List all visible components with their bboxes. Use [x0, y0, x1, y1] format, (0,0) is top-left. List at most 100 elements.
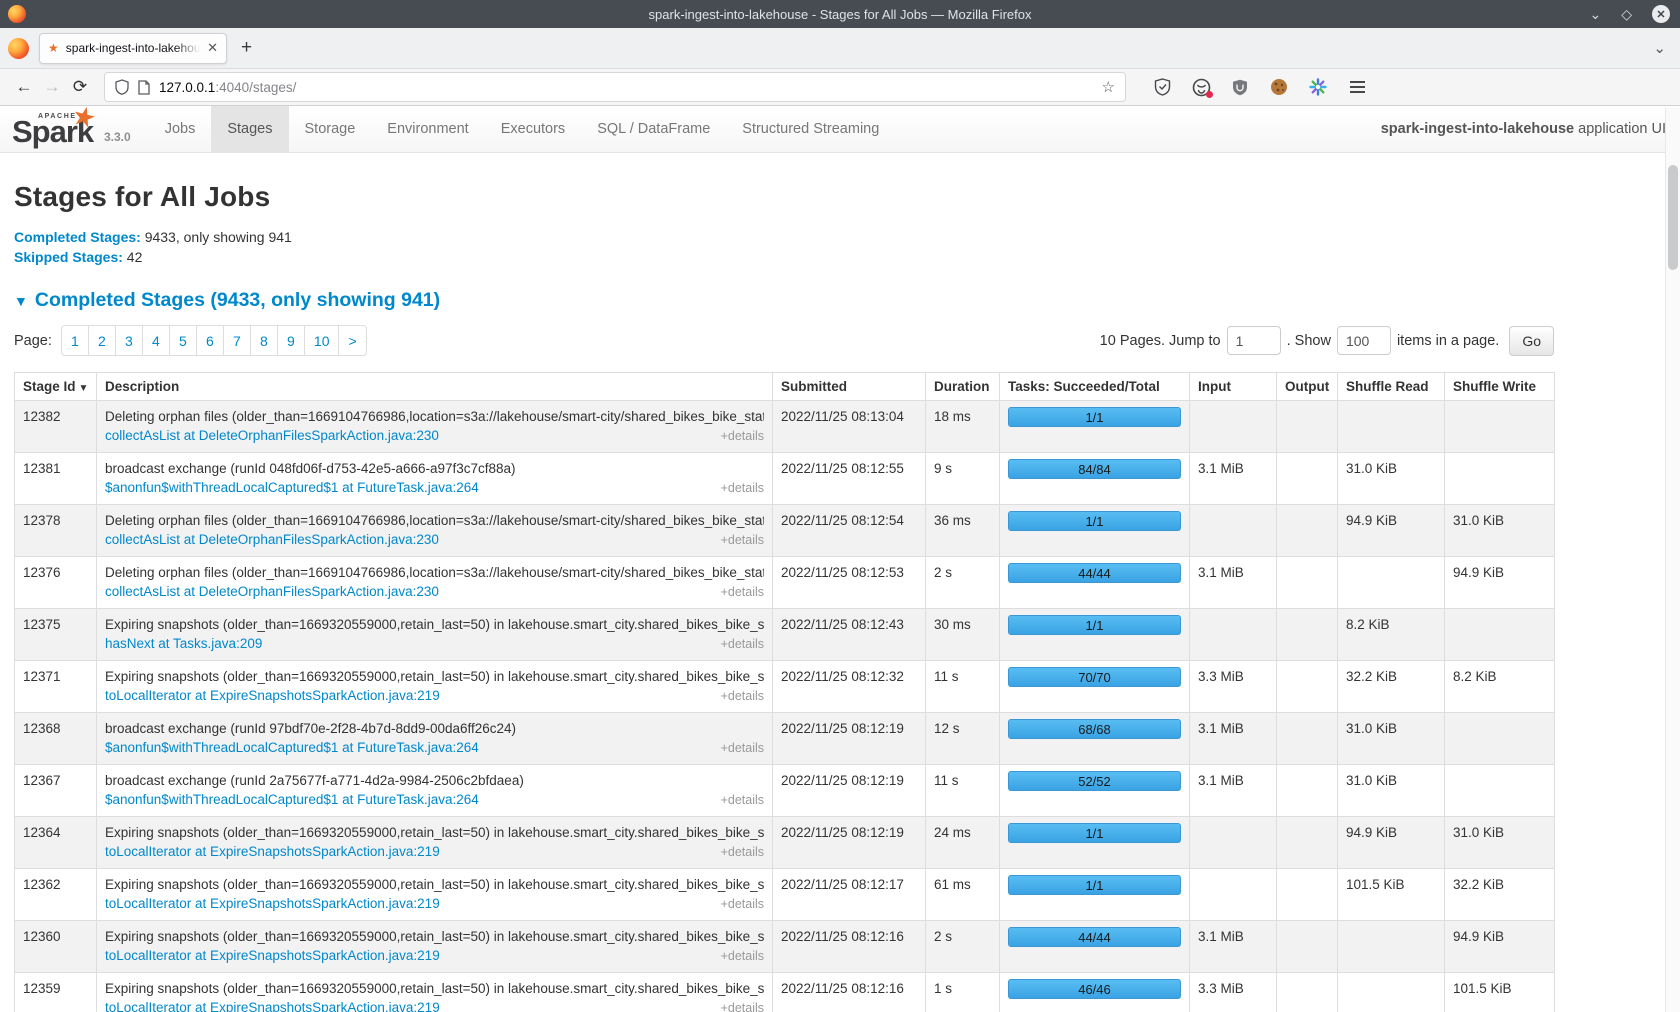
stage-detail-link[interactable]: hasNext at Tasks.java:209: [105, 634, 262, 653]
application-ui-label: spark-ingest-into-lakehouse application …: [1381, 121, 1680, 137]
stage-detail-link[interactable]: collectAsList at DeleteOrphanFilesSparkA…: [105, 530, 439, 549]
details-toggle[interactable]: +details: [721, 791, 764, 810]
details-toggle[interactable]: +details: [721, 895, 764, 914]
details-toggle[interactable]: +details: [721, 531, 764, 550]
reload-button[interactable]: ⟳: [66, 77, 94, 97]
nav-item-stages[interactable]: Stages: [211, 106, 288, 152]
skipped-stages-link[interactable]: Skipped Stages:: [14, 249, 123, 265]
page-content: Stages for All Jobs Completed Stages: 94…: [0, 181, 1568, 1012]
bookmark-star-icon[interactable]: ☆: [1102, 78, 1115, 96]
menu-hamburger-icon[interactable]: [1347, 77, 1367, 97]
header-description[interactable]: Description: [97, 373, 773, 401]
details-toggle[interactable]: +details: [721, 427, 764, 446]
header-shuffle-read[interactable]: Shuffle Read: [1338, 373, 1445, 401]
header-duration[interactable]: Duration: [926, 373, 1000, 401]
forward-button[interactable]: →: [38, 77, 66, 97]
stage-detail-link[interactable]: $anonfun$withThreadLocalCaptured$1 at Fu…: [105, 790, 479, 809]
nav-item-executors[interactable]: Executors: [485, 106, 581, 152]
header-stage-id[interactable]: Stage Id▼: [15, 373, 97, 401]
page-button-9[interactable]: 9: [277, 325, 305, 356]
nav-item-sql-dataframe[interactable]: SQL / DataFrame: [581, 106, 726, 152]
page-button-7[interactable]: 7: [223, 325, 251, 356]
page-button-8[interactable]: 8: [250, 325, 278, 356]
page-button-2[interactable]: 2: [88, 325, 116, 356]
cookie-icon[interactable]: [1269, 77, 1289, 97]
task-progress-bar: 44/44: [1008, 563, 1181, 583]
table-row: 12367 broadcast exchange (runId 2a75677f…: [15, 765, 1555, 817]
stage-detail-link[interactable]: $anonfun$withThreadLocalCaptured$1 at Fu…: [105, 478, 479, 497]
window-close-button[interactable]: ✕: [1652, 5, 1670, 23]
page-button-5[interactable]: 5: [169, 325, 197, 356]
description-cell: Expiring snapshots (older_than=166932055…: [97, 921, 773, 973]
duration-cell: 1 s: [926, 973, 1000, 1012]
ublock-shield-icon[interactable]: [1230, 77, 1250, 97]
page-info-icon[interactable]: [138, 80, 150, 95]
list-all-tabs-icon[interactable]: ⌄: [1653, 39, 1666, 57]
page-scrollbar[interactable]: [1665, 107, 1680, 1012]
window-minimize-button[interactable]: ⌄: [1589, 7, 1601, 21]
color-pinwheel-icon[interactable]: [1308, 77, 1328, 97]
details-toggle[interactable]: +details: [721, 843, 764, 862]
header-shuffle-write[interactable]: Shuffle Write: [1445, 373, 1555, 401]
new-tab-button[interactable]: +: [241, 37, 252, 59]
nav-item-structured-streaming[interactable]: Structured Streaming: [726, 106, 895, 152]
stage-detail-link[interactable]: toLocalIterator at ExpireSnapshotsSparkA…: [105, 946, 440, 965]
stage-id-cell: 12376: [15, 557, 97, 609]
address-bar[interactable]: 127.0.0.1:4040/stages/ ☆: [104, 72, 1126, 102]
header-tasks[interactable]: Tasks: Succeeded/Total: [1000, 373, 1190, 401]
details-toggle[interactable]: +details: [721, 583, 764, 602]
details-toggle[interactable]: +details: [721, 479, 764, 498]
spark-logo: APACHE Spark ★: [12, 110, 98, 148]
pocket-shield-check-icon[interactable]: [1152, 77, 1172, 97]
details-toggle[interactable]: +details: [721, 635, 764, 654]
page-button-6[interactable]: 6: [196, 325, 224, 356]
back-button[interactable]: ←: [10, 77, 38, 97]
header-output[interactable]: Output: [1277, 373, 1338, 401]
jump-to-page-input[interactable]: [1227, 326, 1281, 355]
stage-detail-link[interactable]: toLocalIterator at ExpireSnapshotsSparkA…: [105, 894, 440, 913]
browser-tab[interactable]: ★ spark-ingest-into-lakehous ✕: [39, 33, 227, 64]
stage-detail-link[interactable]: toLocalIterator at ExpireSnapshotsSparkA…: [105, 686, 440, 705]
pagination-row: Page: 12345678910> 10 Pages. Jump to . S…: [14, 325, 1554, 356]
stage-description: Expiring snapshots (older_than=166932055…: [105, 927, 764, 946]
nav-item-environment[interactable]: Environment: [371, 106, 484, 152]
nav-item-jobs[interactable]: Jobs: [149, 106, 212, 152]
submitted-cell: 2022/11/25 08:12:32: [773, 661, 926, 713]
header-submitted[interactable]: Submitted: [773, 373, 926, 401]
nav-item-storage[interactable]: Storage: [289, 106, 372, 152]
stage-detail-link[interactable]: collectAsList at DeleteOrphanFilesSparkA…: [105, 582, 439, 601]
shield-icon[interactable]: [115, 79, 129, 95]
stage-detail-link[interactable]: collectAsList at DeleteOrphanFilesSparkA…: [105, 426, 439, 445]
scrollbar-thumb[interactable]: [1668, 165, 1678, 270]
output-cell: [1277, 869, 1338, 921]
output-cell: [1277, 401, 1338, 453]
completed-stages-section-toggle[interactable]: ▼ Completed Stages (9433, only showing 9…: [14, 289, 1568, 312]
privacy-mask-icon[interactable]: [1191, 77, 1211, 97]
description-cell: broadcast exchange (runId 97bdf70e-2f28-…: [97, 713, 773, 765]
page-button-10[interactable]: 10: [304, 325, 340, 356]
stage-detail-link[interactable]: toLocalIterator at ExpireSnapshotsSparkA…: [105, 998, 440, 1012]
header-input[interactable]: Input: [1190, 373, 1277, 401]
submitted-cell: 2022/11/25 08:12:43: [773, 609, 926, 661]
page-button-1[interactable]: 1: [61, 325, 89, 356]
details-toggle[interactable]: +details: [721, 687, 764, 706]
firefox-logo-icon: [8, 5, 26, 23]
duration-cell: 12 s: [926, 713, 1000, 765]
page-button-4[interactable]: 4: [142, 325, 170, 356]
items-per-page-input[interactable]: [1337, 326, 1391, 355]
stage-detail-link[interactable]: toLocalIterator at ExpireSnapshotsSparkA…: [105, 842, 440, 861]
details-toggle[interactable]: +details: [721, 739, 764, 758]
details-toggle[interactable]: +details: [721, 999, 764, 1012]
stage-detail-link[interactable]: $anonfun$withThreadLocalCaptured$1 at Fu…: [105, 738, 479, 757]
go-button[interactable]: Go: [1509, 326, 1554, 356]
details-toggle[interactable]: +details: [721, 947, 764, 966]
page-button-3[interactable]: 3: [115, 325, 143, 356]
tab-close-icon[interactable]: ✕: [207, 40, 218, 56]
collapse-caret-icon: ▼: [14, 294, 28, 308]
task-progress-bar: 52/52: [1008, 771, 1181, 791]
completed-stages-link[interactable]: Completed Stages:: [14, 229, 141, 245]
window-maximize-button[interactable]: ◇: [1621, 7, 1632, 21]
completed-stages-value: 9433, only showing 941: [141, 229, 292, 245]
input-cell: 3.1 MiB: [1190, 921, 1277, 973]
next-page-button[interactable]: >: [338, 325, 366, 356]
